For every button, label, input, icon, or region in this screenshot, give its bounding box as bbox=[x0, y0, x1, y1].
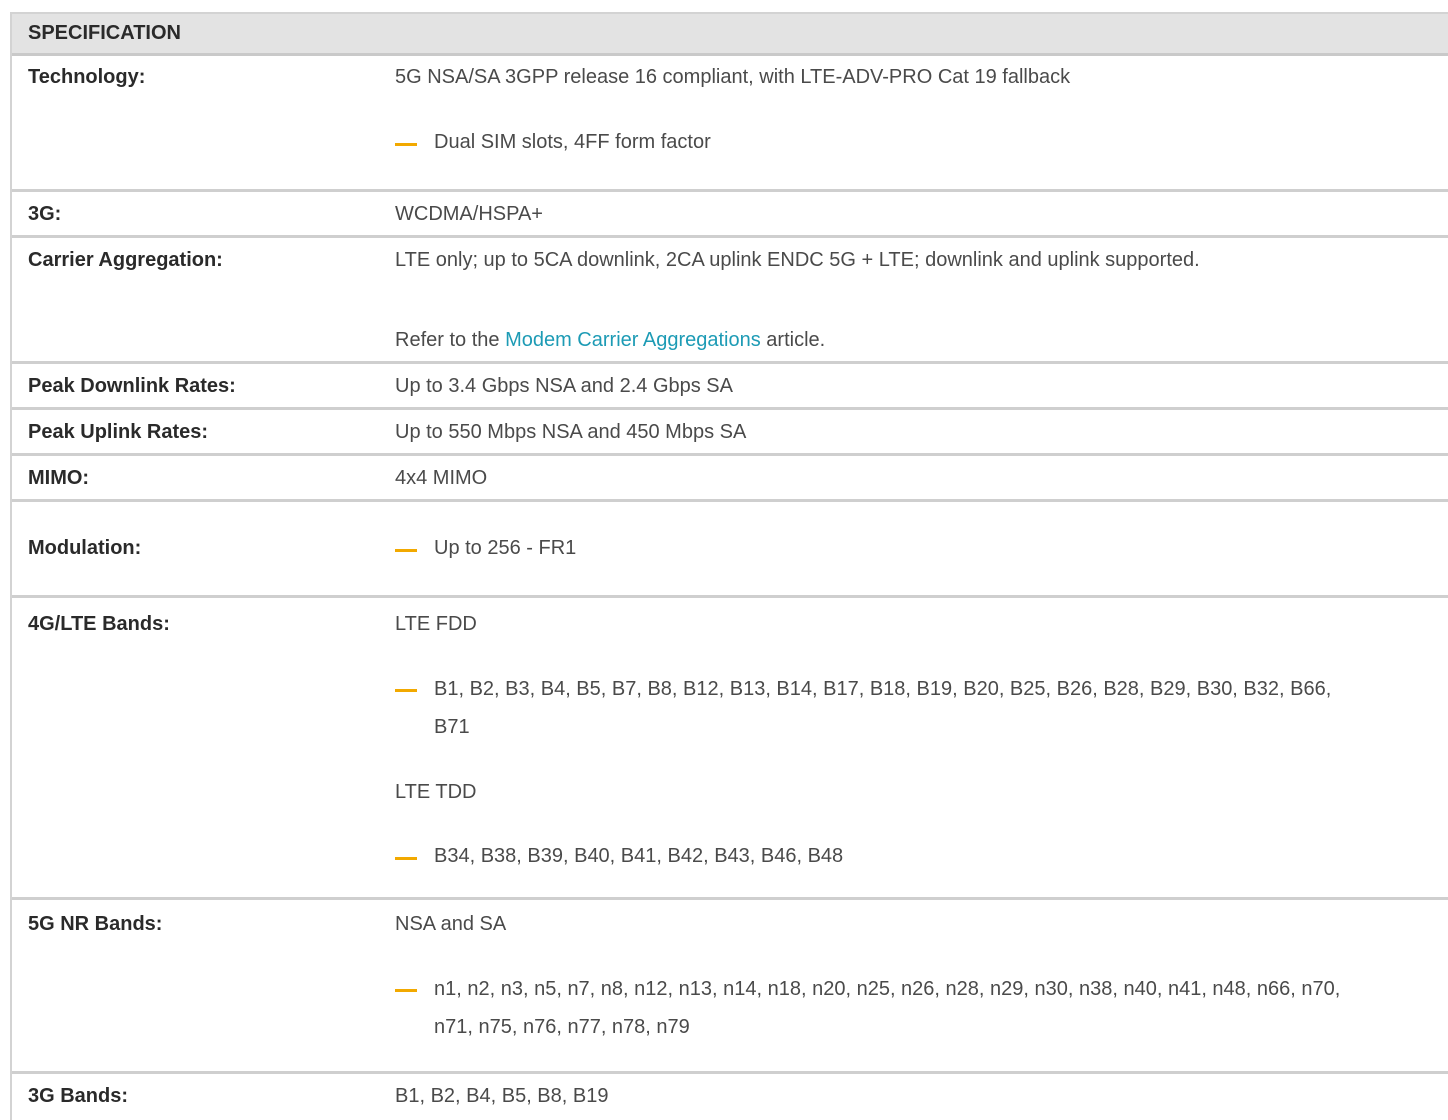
refer-line: Refer to the Modem Carrier Aggregations … bbox=[395, 329, 826, 351]
row-peak-downlink: Peak Downlink Rates: Up to 3.4 Gbps NSA … bbox=[12, 364, 1448, 410]
value-peak-uplink: Up to 550 Mbps NSA and 450 Mbps SA bbox=[395, 421, 747, 443]
row-peak-uplink: Peak Uplink Rates: Up to 550 Mbps NSA an… bbox=[12, 410, 1448, 456]
bullet-text: Dual SIM slots, 4FF form factor bbox=[434, 131, 711, 153]
bullet-text: Up to 256 - FR1 bbox=[434, 537, 577, 559]
lte-tdd-title: LTE TDD bbox=[395, 781, 477, 803]
bullet-technology: Dual SIM slots, 4FF form factor bbox=[395, 131, 711, 154]
value-mimo: 4x4 MIMO bbox=[395, 467, 488, 489]
nr-title: NSA and SA bbox=[395, 913, 507, 935]
dash-icon bbox=[395, 989, 417, 992]
bullet-lte-tdd: B34, B38, B39, B40, B41, B42, B43, B46, … bbox=[395, 845, 843, 868]
nr-bands-line1: n1, n2, n3, n5, n7, n8, n12, n13, n14, n… bbox=[434, 978, 1341, 1000]
label-5g-nr-bands: 5G NR Bands: bbox=[28, 913, 163, 935]
value-carrier-aggregation: LTE only; up to 5CA downlink, 2CA uplink… bbox=[395, 249, 1200, 271]
label-peak-uplink: Peak Uplink Rates: bbox=[28, 421, 209, 443]
label-carrier-aggregation: Carrier Aggregation: bbox=[28, 249, 223, 271]
row-lte-bands: 4G/LTE Bands: LTE FDD B1, B2, B3, B4, B5… bbox=[12, 598, 1448, 900]
dash-icon bbox=[395, 689, 417, 692]
dash-icon bbox=[395, 549, 417, 552]
bullet-modulation: Up to 256 - FR1 bbox=[395, 537, 576, 560]
modem-carrier-aggregations-link[interactable]: Modem Carrier Aggregations bbox=[505, 329, 761, 351]
bullet-nr: n1, n2, n3, n5, n7, n8, n12, n13, n14, n… bbox=[395, 977, 1340, 1046]
label-technology: Technology: bbox=[28, 66, 146, 88]
row-carrier-aggregation: Carrier Aggregation: LTE only; up to 5CA… bbox=[12, 238, 1448, 364]
dash-icon bbox=[395, 857, 417, 860]
value-technology: 5G NSA/SA 3GPP release 16 compliant, wit… bbox=[395, 66, 1071, 88]
lte-fdd-bands-line1: B1, B2, B3, B4, B5, B7, B8, B12, B13, B1… bbox=[434, 678, 1332, 700]
table-header: SPECIFICATION bbox=[12, 12, 1448, 56]
row-3g-bands: 3G Bands: B1, B2, B4, B5, B8, B19 bbox=[12, 1074, 1448, 1120]
label-modulation: Modulation: bbox=[28, 537, 142, 559]
row-3g: 3G: WCDMA/HSPA+ bbox=[12, 192, 1448, 238]
header-label: SPECIFICATION bbox=[28, 22, 181, 44]
label-3g-bands: 3G Bands: bbox=[28, 1085, 129, 1107]
lte-fdd-bands-line2: B71 bbox=[434, 716, 470, 738]
nr-bands-line2: n71, n75, n76, n77, n78, n79 bbox=[434, 1016, 690, 1038]
value-3g: WCDMA/HSPA+ bbox=[395, 203, 543, 225]
label-peak-downlink: Peak Downlink Rates: bbox=[28, 375, 236, 397]
row-technology: Technology: 5G NSA/SA 3GPP release 16 co… bbox=[12, 56, 1448, 192]
label-mimo: MIMO: bbox=[28, 467, 90, 489]
label-3g: 3G: bbox=[28, 203, 62, 225]
row-5g-nr-bands: 5G NR Bands: NSA and SA n1, n2, n3, n5, … bbox=[12, 900, 1448, 1074]
bullet-lte-fdd: B1, B2, B3, B4, B5, B7, B8, B12, B13, B1… bbox=[395, 677, 1331, 746]
label-lte-bands: 4G/LTE Bands: bbox=[28, 613, 170, 635]
specification-table: SPECIFICATION Technology: 5G NSA/SA 3GPP… bbox=[10, 12, 1448, 1120]
value-peak-downlink: Up to 3.4 Gbps NSA and 2.4 Gbps SA bbox=[395, 375, 733, 397]
row-modulation: Modulation: Up to 256 - FR1 bbox=[12, 502, 1448, 598]
dash-icon bbox=[395, 143, 417, 146]
lte-tdd-bands: B34, B38, B39, B40, B41, B42, B43, B46, … bbox=[434, 845, 844, 867]
row-mimo: MIMO: 4x4 MIMO bbox=[12, 456, 1448, 502]
value-3g-bands: B1, B2, B4, B5, B8, B19 bbox=[395, 1085, 609, 1107]
lte-fdd-title: LTE FDD bbox=[395, 613, 477, 635]
